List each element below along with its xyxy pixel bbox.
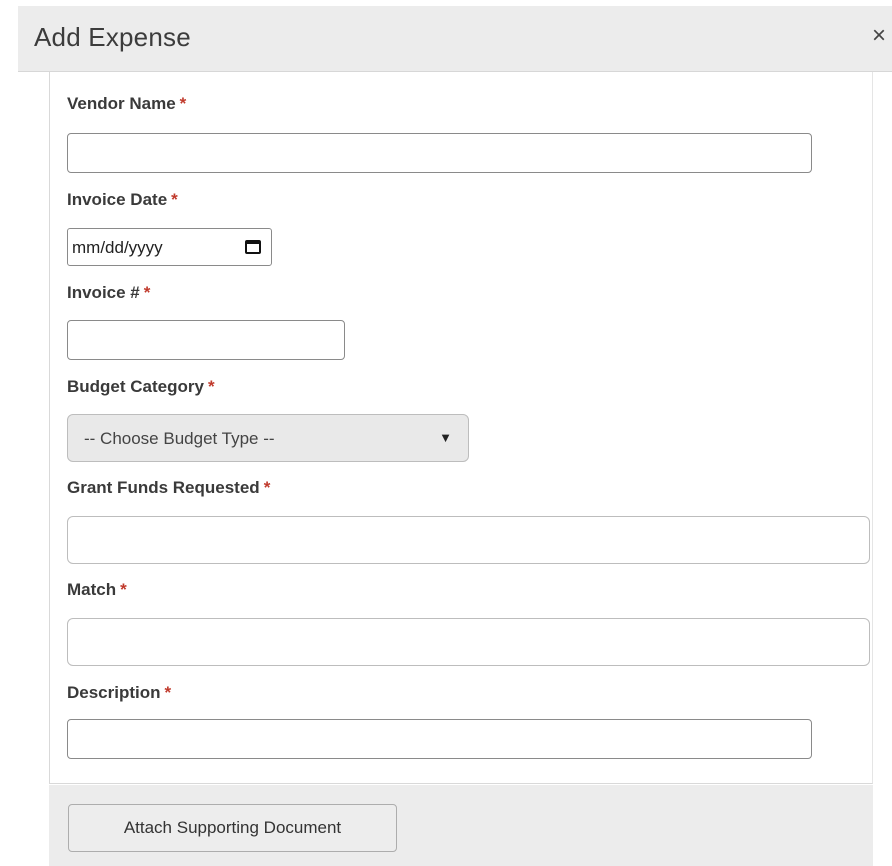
- grant-funds-input[interactable]: [67, 516, 870, 564]
- invoice-date-placeholder: mm/dd/yyyy: [72, 238, 163, 257]
- match-label: Match *: [67, 580, 127, 600]
- chevron-down-icon: ▼: [439, 430, 452, 445]
- add-expense-modal: Add Expense × Vendor Name * Invoice Date *…: [0, 0, 892, 866]
- vendor-name-input[interactable]: [67, 133, 812, 173]
- attach-supporting-document-button[interactable]: Attach Supporting Document: [68, 804, 397, 852]
- modal-title: Add Expense: [34, 22, 191, 52]
- description-input[interactable]: [67, 719, 812, 759]
- match-label-text: Match: [67, 580, 117, 599]
- vendor-name-label-text: Vendor Name: [67, 94, 176, 113]
- invoice-number-label-text: Invoice #: [67, 283, 140, 302]
- required-marker: *: [164, 683, 172, 702]
- vendor-name-label: Vendor Name *: [67, 94, 186, 114]
- budget-category-label-text: Budget Category: [67, 377, 204, 396]
- required-marker: *: [143, 283, 151, 302]
- budget-category-selected: -- Choose Budget Type --: [84, 429, 275, 448]
- required-marker: *: [179, 94, 187, 113]
- required-marker: *: [263, 478, 271, 497]
- invoice-date-label: Invoice Date *: [67, 190, 178, 210]
- grant-funds-label: Grant Funds Requested *: [67, 478, 270, 498]
- modal-header: Add Expense ×: [18, 6, 892, 72]
- calendar-icon[interactable]: [245, 240, 261, 254]
- invoice-number-label: Invoice # *: [67, 283, 150, 303]
- description-label: Description *: [67, 683, 171, 703]
- required-marker: *: [171, 190, 178, 209]
- invoice-date-input[interactable]: mm/dd/yyyy: [67, 228, 272, 266]
- close-icon[interactable]: ×: [872, 24, 886, 48]
- match-input[interactable]: [67, 618, 870, 666]
- budget-category-label: Budget Category *: [67, 377, 215, 397]
- invoice-number-input[interactable]: [67, 320, 345, 360]
- budget-category-select[interactable]: -- Choose Budget Type -- ▼: [67, 414, 469, 462]
- grant-funds-label-text: Grant Funds Requested: [67, 478, 260, 497]
- required-marker: *: [120, 580, 127, 599]
- description-label-text: Description: [67, 683, 161, 702]
- required-marker: *: [207, 377, 215, 396]
- invoice-date-label-text: Invoice Date: [67, 190, 168, 209]
